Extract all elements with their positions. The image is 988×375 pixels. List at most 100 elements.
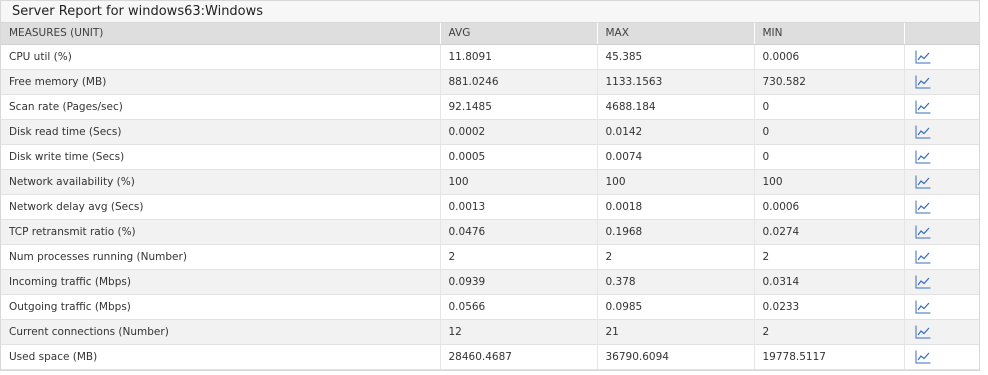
line-graph-icon[interactable] (915, 350, 931, 364)
graph-cell (904, 169, 979, 195)
graph-cell (904, 94, 979, 120)
graph-cell (904, 319, 979, 345)
graph-cell (904, 69, 979, 95)
table-row: Current connections (Number) 12 21 2 (1, 319, 979, 345)
graph-cell (904, 344, 979, 370)
line-graph-icon[interactable] (915, 150, 931, 164)
avg-value: 92.1485 (440, 94, 598, 120)
table-body: CPU util (%) 11.8091 45.385 0.0006 Free memo… (1, 44, 979, 370)
measure-name: Network delay avg (Secs) (1, 194, 441, 220)
line-graph-icon[interactable] (915, 100, 931, 114)
min-value: 19778.5117 (754, 344, 905, 370)
table-row: Scan rate (Pages/sec) 92.1485 4688.184 0 (1, 94, 979, 120)
avg-value: 0.0013 (440, 194, 598, 220)
avg-value: 0.0005 (440, 144, 598, 170)
avg-value: 0.0566 (440, 294, 598, 320)
column-header-avg: AVG (440, 23, 598, 45)
min-value: 0 (754, 119, 905, 145)
table-row: CPU util (%) 11.8091 45.385 0.0006 (1, 44, 979, 70)
line-graph-icon[interactable] (915, 125, 931, 139)
table-row: TCP retransmit ratio (%) 0.0476 0.1968 0.02… (1, 219, 979, 245)
panel-title: Server Report for windows63:Windows (1, 1, 979, 23)
min-value: 2 (754, 319, 905, 345)
max-value: 21 (597, 319, 755, 345)
measure-name: Outgoing traffic (Mbps) (1, 294, 441, 320)
max-value: 1133.1563 (597, 69, 755, 95)
max-value: 0.1968 (597, 219, 755, 245)
graph-cell (904, 44, 979, 70)
measure-name: Free memory (MB) (1, 69, 441, 95)
max-value: 45.385 (597, 44, 755, 70)
min-value: 0.0006 (754, 44, 905, 70)
table-row: Network delay avg (Secs) 0.0013 0.0018 0.00… (1, 194, 979, 220)
measure-name: Disk write time (Secs) (1, 144, 441, 170)
avg-value: 0.0002 (440, 119, 598, 145)
min-value: 0.0314 (754, 269, 905, 295)
measure-name: Current connections (Number) (1, 319, 441, 345)
measure-name: Num processes running (Number) (1, 244, 441, 270)
measure-name: TCP retransmit ratio (%) (1, 219, 441, 245)
table-row: Network availability (%) 100 100 100 (1, 169, 979, 195)
min-value: 0.0274 (754, 219, 905, 245)
max-value: 0.378 (597, 269, 755, 295)
max-value: 0.0018 (597, 194, 755, 220)
min-value: 2 (754, 244, 905, 270)
line-graph-icon[interactable] (915, 50, 931, 64)
measure-name: Used space (MB) (1, 344, 441, 370)
line-graph-icon[interactable] (915, 200, 931, 214)
min-value: 0.0233 (754, 294, 905, 320)
avg-value: 881.0246 (440, 69, 598, 95)
table-row: Outgoing traffic (Mbps) 0.0566 0.0985 0.023… (1, 294, 979, 320)
table-row: Disk read time (Secs) 0.0002 0.0142 0 (1, 119, 979, 145)
min-value: 730.582 (754, 69, 905, 95)
max-value: 0.0142 (597, 119, 755, 145)
avg-value: 12 (440, 319, 598, 345)
max-value: 2 (597, 244, 755, 270)
min-value: 0 (754, 94, 905, 120)
line-graph-icon[interactable] (915, 75, 931, 89)
max-value: 0.0074 (597, 144, 755, 170)
graph-cell (904, 269, 979, 295)
measure-name: Incoming traffic (Mbps) (1, 269, 441, 295)
max-value: 4688.184 (597, 94, 755, 120)
line-graph-icon[interactable] (915, 275, 931, 289)
measure-name: Disk read time (Secs) (1, 119, 441, 145)
measure-name: Network availability (%) (1, 169, 441, 195)
avg-value: 28460.4687 (440, 344, 598, 370)
measure-name: CPU util (%) (1, 44, 441, 70)
graph-cell (904, 244, 979, 270)
avg-value: 0.0476 (440, 219, 598, 245)
line-graph-icon[interactable] (915, 225, 931, 239)
table-row: Used space (MB) 28460.4687 36790.6094 19778… (1, 344, 979, 370)
max-value: 0.0985 (597, 294, 755, 320)
measure-name: Scan rate (Pages/sec) (1, 94, 441, 120)
min-value: 0 (754, 144, 905, 170)
graph-cell (904, 144, 979, 170)
max-value: 36790.6094 (597, 344, 755, 370)
column-header-max: MAX (597, 23, 755, 45)
column-header-min: MIN (754, 23, 905, 45)
avg-value: 100 (440, 169, 598, 195)
table-header-row: MEASURES (UNIT) AVG MAX MIN (1, 23, 979, 45)
graph-cell (904, 219, 979, 245)
column-header-measures: MEASURES (UNIT) (1, 23, 441, 45)
line-graph-icon[interactable] (915, 300, 931, 314)
min-value: 0.0006 (754, 194, 905, 220)
avg-value: 11.8091 (440, 44, 598, 70)
line-graph-icon[interactable] (915, 325, 931, 339)
table-row: Num processes running (Number) 2 2 2 (1, 244, 979, 270)
graph-cell (904, 119, 979, 145)
max-value: 100 (597, 169, 755, 195)
avg-value: 0.0939 (440, 269, 598, 295)
measures-table: MEASURES (UNIT) AVG MAX MIN CPU util (%)… (1, 23, 979, 370)
min-value: 100 (754, 169, 905, 195)
line-graph-icon[interactable] (915, 175, 931, 189)
table-row: Incoming traffic (Mbps) 0.0939 0.378 0.0314 (1, 269, 979, 295)
column-header-graph (904, 23, 979, 45)
graph-cell (904, 294, 979, 320)
graph-cell (904, 194, 979, 220)
table-row: Disk write time (Secs) 0.0005 0.0074 0 (1, 144, 979, 170)
table-row: Free memory (MB) 881.0246 1133.1563 730.582 (1, 69, 979, 95)
server-report-panel: Server Report for windows63:Windows MEAS… (0, 0, 980, 371)
line-graph-icon[interactable] (915, 250, 931, 264)
